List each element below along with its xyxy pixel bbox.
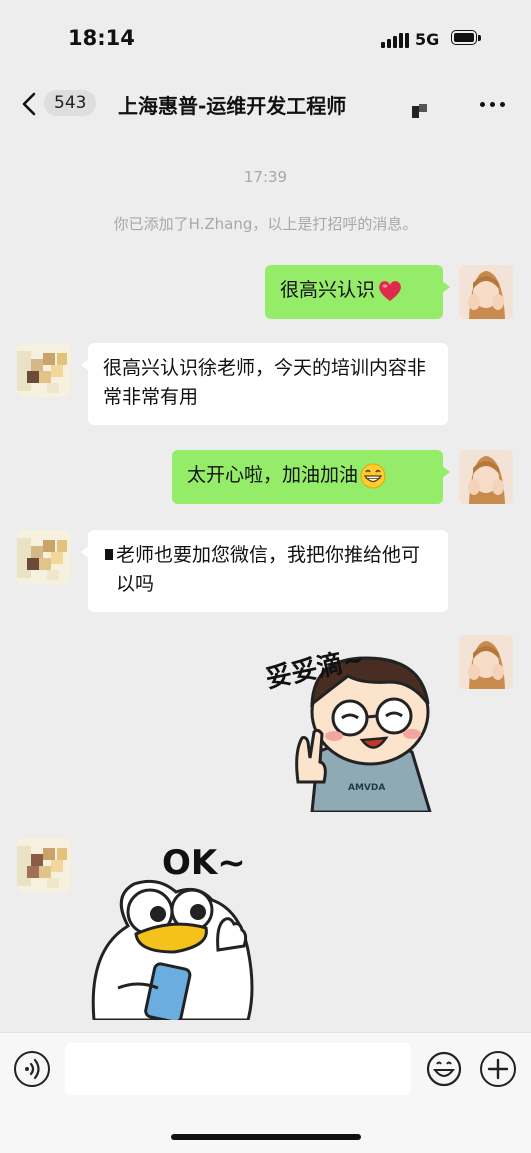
chat-timestamp: 17:39 [243, 168, 288, 186]
more-options-button[interactable] [476, 92, 510, 116]
message-text: 老师也要加您微信，我把你推给他可以吗 [116, 544, 421, 595]
status-time: 18:14 [68, 26, 135, 50]
redaction-mark [408, 100, 428, 120]
home-indicator[interactable] [171, 1134, 361, 1140]
message-bubble[interactable]: 很高兴认识徐老师，今天的培训内容非常非常有用 [81, 343, 448, 425]
more-functions-button[interactable] [480, 1051, 516, 1087]
my-avatar[interactable] [459, 265, 513, 319]
input-bar [0, 1032, 531, 1153]
heart-emoji-icon [379, 280, 401, 301]
contact-avatar[interactable] [17, 838, 71, 892]
my-avatar[interactable] [459, 635, 513, 689]
pixelated-avatar-image [17, 838, 71, 892]
message-bubble[interactable]: 老师也要加您微信，我把你推给他可以吗 [81, 530, 448, 612]
message-text: 很高兴认识 [280, 279, 376, 301]
shirt-text: AMVDA [348, 783, 385, 793]
chat-title: 上海惠普-运维开发工程师 [118, 94, 347, 118]
emoji-button[interactable] [426, 1051, 462, 1087]
chevron-left-icon [22, 92, 36, 116]
avatar-photo [459, 265, 513, 319]
avatar-photo [459, 635, 513, 689]
network-type: 5G [415, 30, 440, 49]
contact-avatar[interactable] [17, 530, 71, 584]
back-button[interactable]: 543 [18, 88, 108, 120]
unread-count-badge: 543 [44, 90, 97, 116]
redaction-mark [105, 549, 113, 560]
sticker-message[interactable]: AMVDA 妥妥滴~ [262, 632, 452, 814]
message-bubble[interactable]: 太开心啦，加油加油 [172, 450, 450, 504]
voice-input-button[interactable] [14, 1051, 50, 1087]
chat-header: 543 上海惠普-运维开发工程师 [0, 76, 531, 132]
status-bar: 18:14 5G [0, 0, 531, 76]
battery-icon [451, 30, 481, 47]
signal-icon [381, 32, 409, 48]
message-text: 太开心啦，加油加油 [187, 464, 359, 486]
pixelated-avatar-image [17, 530, 71, 584]
plus-icon [487, 1058, 509, 1080]
duck-sticker: OK~ [91, 843, 254, 1024]
pixelated-avatar-image [17, 343, 71, 397]
grinning-face-emoji-icon [360, 463, 386, 488]
sticker-message[interactable]: OK~ [88, 830, 268, 1024]
sticker-caption: OK~ [162, 843, 246, 883]
avatar-photo [459, 450, 513, 504]
voice-icon [25, 1058, 40, 1080]
message-bubble[interactable]: 很高兴认识 [265, 265, 450, 319]
my-avatar[interactable] [459, 450, 513, 504]
message-input[interactable] [65, 1043, 411, 1095]
system-message: 你已添加了H.Zhang，以上是打招呼的消息。 [113, 215, 418, 233]
cartoon-boy-sticker: AMVDA 妥妥滴~ [263, 643, 433, 814]
contact-avatar[interactable] [17, 343, 71, 397]
emoji-face-icon [426, 1051, 462, 1087]
message-text: 很高兴认识徐老师，今天的培训内容非常非常有用 [103, 357, 427, 408]
